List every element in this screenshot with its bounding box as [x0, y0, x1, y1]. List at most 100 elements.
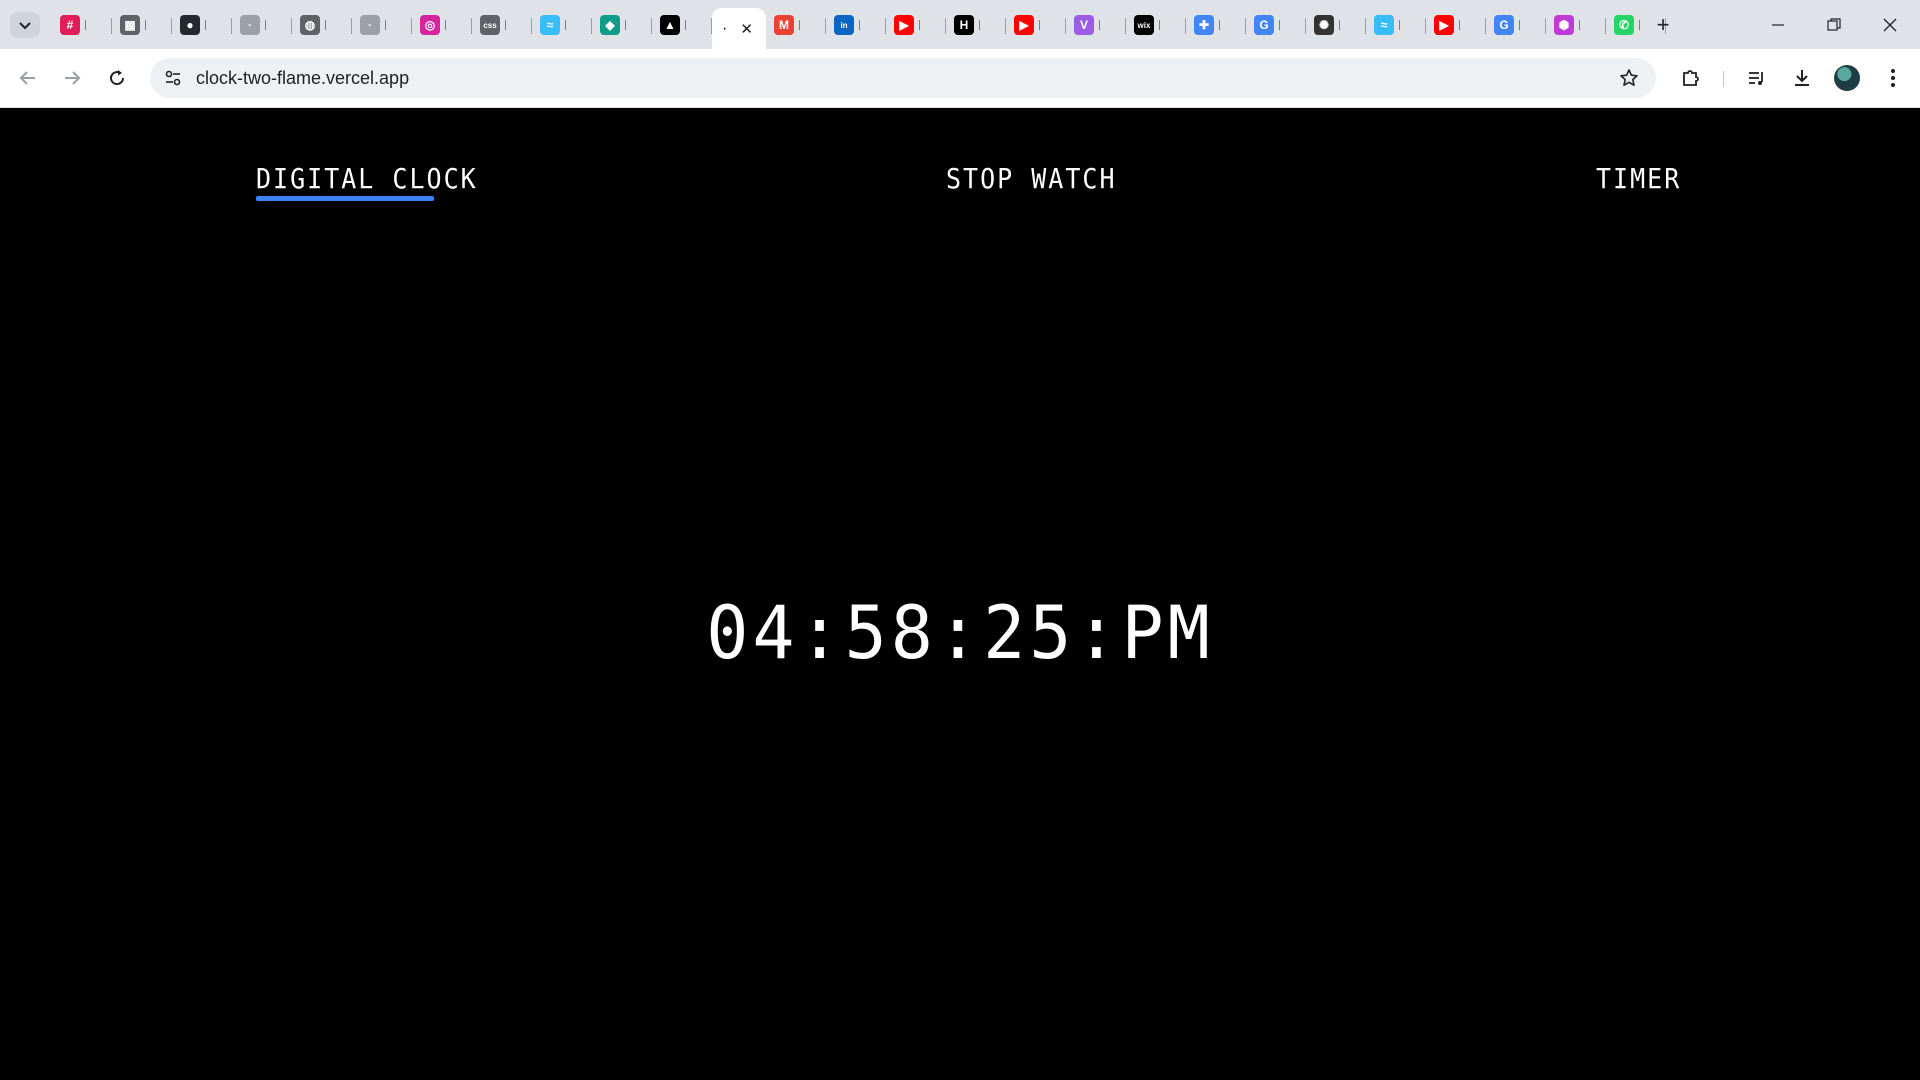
- tab[interactable]: ▲: [652, 8, 712, 42]
- instagram-icon: ◎: [420, 15, 440, 35]
- wix-icon: wix: [1134, 15, 1154, 35]
- minimize-button[interactable]: [1750, 0, 1806, 49]
- blank-page-icon: ·: [240, 15, 260, 35]
- nav-stop-watch[interactable]: STOP WATCH: [946, 162, 1117, 194]
- browser-menu-button[interactable]: [1877, 62, 1909, 94]
- tab[interactable]: ▦: [112, 8, 172, 42]
- forward-button[interactable]: [56, 62, 88, 94]
- tab-title-truncated: [325, 20, 328, 30]
- tab[interactable]: ≈: [532, 8, 592, 42]
- close-tab-icon[interactable]: ✕: [740, 20, 753, 38]
- close-icon: [1883, 18, 1897, 31]
- tab-title-truncated: [85, 20, 88, 30]
- tab-title-truncated: [1579, 20, 1582, 30]
- slack-icon: #: [60, 15, 80, 35]
- tab-title-truncated: [1159, 20, 1162, 30]
- triangle-app-icon: ▲: [660, 15, 680, 35]
- tab[interactable]: ▶: [1006, 8, 1066, 42]
- browser-toolbar: clock-two-flame.vercel.app: [0, 49, 1920, 108]
- tab-title-truncated: [799, 20, 802, 30]
- youtube-icon: ▶: [1014, 15, 1034, 35]
- tab-search-button[interactable]: [10, 12, 40, 38]
- youtube-icon: ▶: [1434, 15, 1454, 35]
- tab[interactable]: ◍: [292, 8, 352, 42]
- reload-icon: [110, 70, 125, 86]
- tab-title-truncated: [859, 20, 862, 30]
- plus-icon: +: [1656, 12, 1670, 37]
- nav-timer[interactable]: TIMER: [1596, 162, 1681, 194]
- tab[interactable]: ≈: [1366, 8, 1426, 42]
- tailwind-icon: ≈: [540, 15, 560, 35]
- tab-title-truncated: [1099, 20, 1102, 30]
- tab[interactable]: ▶: [1426, 8, 1486, 42]
- hex-app-icon: ⬢: [1554, 15, 1574, 35]
- close-window-button[interactable]: [1862, 0, 1918, 49]
- tab-title-truncated: [505, 20, 508, 30]
- google-icon: G: [1254, 15, 1274, 35]
- minimize-icon: [1772, 23, 1784, 26]
- globe-icon: ◍: [300, 15, 320, 35]
- site-info-button[interactable]: [162, 67, 184, 89]
- tab-title-truncated: [385, 20, 388, 30]
- media-control-button[interactable]: [1741, 62, 1773, 94]
- vite-icon: V: [1074, 15, 1094, 35]
- arrow-left-icon: [19, 71, 35, 85]
- downloads-button[interactable]: [1786, 62, 1818, 94]
- address-bar[interactable]: clock-two-flame.vercel.app: [150, 58, 1656, 98]
- tab[interactable]: H: [946, 8, 1006, 42]
- star-icon: [1620, 69, 1638, 86]
- tab[interactable]: in: [826, 8, 886, 42]
- tab[interactable]: M: [766, 8, 826, 42]
- download-icon: [1795, 70, 1809, 86]
- bookmark-star-button[interactable]: [1618, 67, 1640, 89]
- toolbar-divider: [1723, 71, 1724, 87]
- tab[interactable]: ✺: [1306, 8, 1366, 42]
- tab[interactable]: ·: [232, 8, 292, 42]
- puzzle-icon: [1683, 70, 1699, 86]
- queue-music-icon: [1749, 72, 1763, 85]
- tab[interactable]: ·: [352, 8, 412, 42]
- kite-icon: ◆: [600, 15, 620, 35]
- tab[interactable]: ◎: [412, 8, 472, 42]
- tab[interactable]: G: [1486, 8, 1546, 42]
- tab[interactable]: css: [472, 8, 532, 42]
- profile-button[interactable]: [1831, 62, 1863, 94]
- tab-title-truncated: [1399, 20, 1402, 30]
- avatar: [1834, 65, 1860, 91]
- extensions-button[interactable]: [1675, 62, 1707, 94]
- tab-active[interactable]: · ✕: [712, 8, 766, 49]
- gmail-icon: M: [774, 15, 794, 35]
- openai-icon: ✺: [1314, 15, 1334, 35]
- tab[interactable]: #: [52, 8, 112, 42]
- tab-title-truncated: [145, 20, 148, 30]
- arrow-right-icon: [65, 71, 81, 85]
- tab[interactable]: G: [1246, 8, 1306, 42]
- tab[interactable]: ●: [172, 8, 232, 42]
- blank-page-icon: ·: [360, 15, 380, 35]
- reload-button[interactable]: [101, 62, 133, 94]
- nav-digital-clock[interactable]: DIGITAL CLOCK: [256, 162, 478, 194]
- tab[interactable]: ◆: [592, 8, 652, 42]
- google-icon: G: [1494, 15, 1514, 35]
- tab-title-truncated: [979, 20, 982, 30]
- restore-button[interactable]: [1806, 0, 1862, 49]
- new-tab-button[interactable]: +: [1650, 12, 1676, 38]
- tab-title-truncated: [1219, 20, 1222, 30]
- tab[interactable]: wix: [1126, 8, 1186, 42]
- back-button[interactable]: [12, 62, 44, 94]
- tab[interactable]: ⬢: [1546, 8, 1606, 42]
- tailwind-icon: ≈: [1374, 15, 1394, 35]
- restore-icon: [1827, 17, 1841, 31]
- tab-title-truncated: [1279, 20, 1282, 30]
- url-text[interactable]: clock-two-flame.vercel.app: [196, 68, 409, 89]
- tab-list: # ▦ ● · ◍ · ◎ css ≈ ◆ ▲ · ✕ Min ▶ H ▶ Vwix ✚ G ✺ ≈ ▶ G ⬢ ✆: [52, 8, 1666, 49]
- tab[interactable]: ✚: [1186, 8, 1246, 42]
- active-nav-underline: [256, 196, 434, 201]
- tab-title-truncated: [625, 20, 628, 30]
- digital-clock-display: 04:58:25:PM: [706, 590, 1214, 676]
- tab[interactable]: ▶: [886, 8, 946, 42]
- github-icon: ●: [180, 15, 200, 35]
- tab-title-truncated: [205, 20, 208, 30]
- tab[interactable]: V: [1066, 8, 1126, 42]
- tab-title-truncated: [919, 20, 922, 30]
